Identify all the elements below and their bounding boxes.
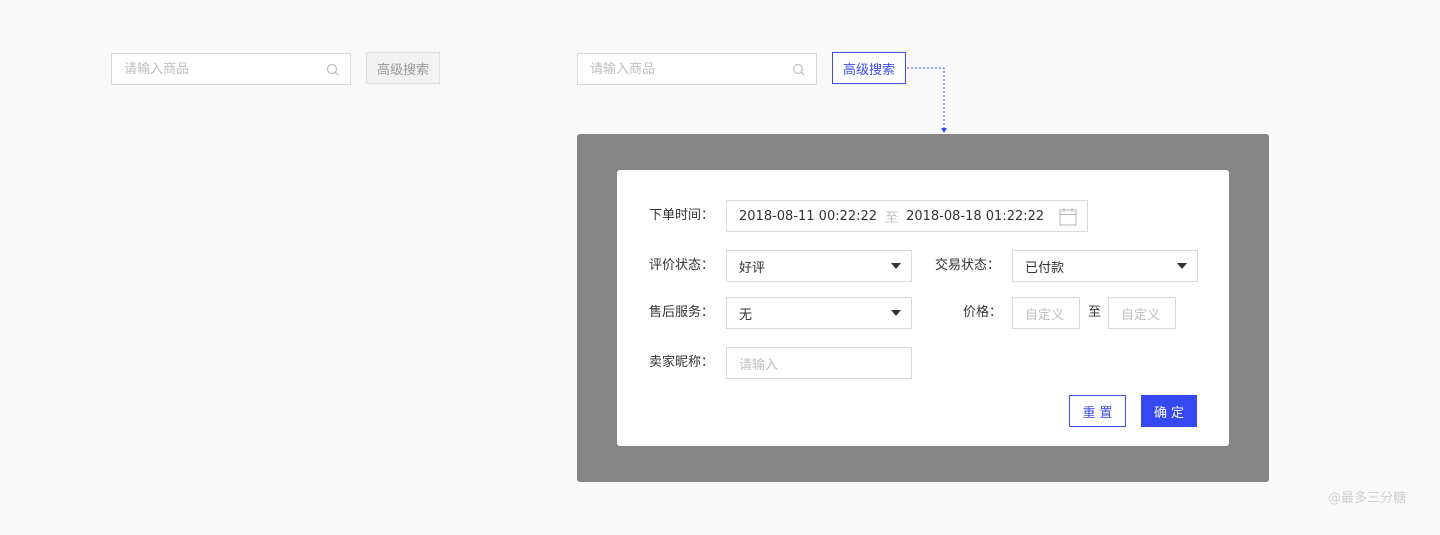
seller-nickname-input[interactable]: 请输入 [726, 347, 912, 379]
advanced-search-overlay: 下单时间： 2018-08-11 00:22:22 至 2018-08-18 0… [577, 134, 1269, 482]
price-label: 价格： [963, 305, 1003, 320]
search-icon[interactable] [326, 63, 340, 77]
seller-nickname-placeholder: 请输入 [739, 357, 779, 373]
watermark: @最多三分糖 [1328, 491, 1407, 506]
rating-status-value: 好评 [739, 260, 766, 276]
caret-down-icon [1177, 263, 1187, 269]
aftersale-select[interactable]: 无 [726, 297, 912, 329]
date-end: 2018-08-18 01:22:22 [906, 208, 1045, 224]
caret-down-icon [891, 263, 901, 269]
search-icon[interactable] [792, 63, 806, 77]
search-input-default[interactable] [112, 54, 350, 84]
price-max-input[interactable]: 自定义 [1108, 297, 1176, 329]
caret-down-icon [891, 310, 901, 316]
seller-nickname-label: 卖家昵称： [649, 355, 715, 370]
trade-status-value: 已付款 [1025, 260, 1065, 276]
price-min-placeholder: 自定义 [1025, 307, 1065, 323]
trade-status-select[interactable]: 已付款 [1012, 250, 1198, 282]
connector-arrow [907, 67, 947, 133]
date-range-separator: 至 [885, 210, 899, 226]
rating-status-label: 评价状态： [649, 258, 715, 273]
advanced-search-button-default[interactable]: 高级搜索 [366, 52, 440, 84]
aftersale-label: 售后服务： [649, 305, 715, 320]
confirm-button[interactable]: 确定 [1141, 395, 1197, 427]
reset-button[interactable]: 重置 [1069, 395, 1126, 427]
search-box-default [111, 53, 351, 85]
search-box-active [577, 53, 817, 85]
calendar-icon[interactable] [1059, 207, 1077, 226]
rating-status-select[interactable]: 好评 [726, 250, 912, 282]
advanced-search-button-active[interactable]: 高级搜索 [832, 52, 906, 84]
order-time-label: 下单时间： [649, 208, 715, 223]
search-input-active[interactable] [578, 54, 816, 84]
price-range-separator: 至 [1088, 305, 1102, 320]
date-start: 2018-08-11 00:22:22 [739, 208, 878, 224]
aftersale-value: 无 [739, 307, 753, 323]
advanced-search-panel: 下单时间： 2018-08-11 00:22:22 至 2018-08-18 0… [617, 170, 1229, 446]
price-min-input[interactable]: 自定义 [1012, 297, 1080, 329]
order-time-range-picker[interactable]: 2018-08-11 00:22:22 至 2018-08-18 01:22:2… [726, 200, 1088, 232]
trade-status-label: 交易状态： [935, 258, 1001, 273]
price-max-placeholder: 自定义 [1121, 307, 1161, 323]
